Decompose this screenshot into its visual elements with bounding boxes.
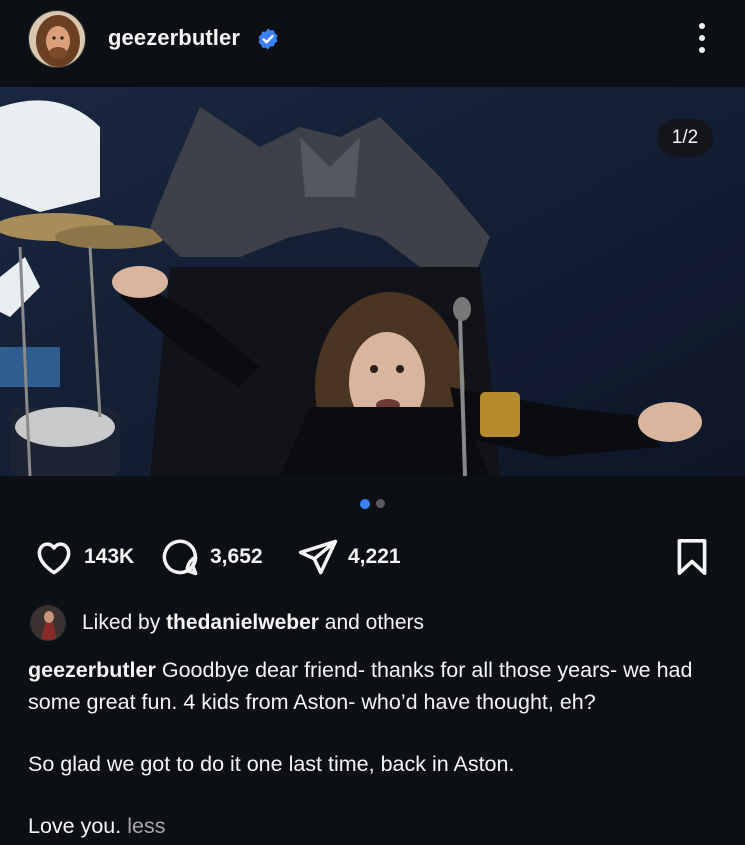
bookmark-icon [677,539,707,575]
caption-text-3: Love you. [28,814,122,838]
post-image [0,87,745,476]
paper-plane-icon [298,539,338,575]
carousel-dot[interactable] [376,499,385,508]
caption-text-2: So glad we got to do it one last time, b… [28,752,515,776]
post-header: geezerbutler [0,0,745,86]
liker-avatar[interactable] [30,605,66,641]
like-count: 143K [84,545,135,568]
action-bar: 143K 3,652 4,221 [0,533,745,583]
post-username[interactable]: geezerbutler [108,25,240,51]
comment-button[interactable]: 3,652 [158,533,263,581]
less-link[interactable]: less [127,814,165,838]
verified-badge-icon [258,28,278,50]
carousel-dot-active[interactable] [360,498,370,509]
caption-username[interactable]: geezerbutler [28,658,156,682]
carousel-counter: 1/2 [657,119,713,157]
carousel-indicator [0,498,745,509]
liked-by-prefix: Liked by [82,611,161,634]
more-options-icon[interactable] [690,18,714,58]
heart-icon [37,542,71,575]
liker-avatar-image [31,606,65,640]
liked-by-suffix[interactable]: and others [325,611,424,635]
comment-bubble-icon [162,539,198,576]
comment-count: 3,652 [210,545,263,568]
like-button[interactable]: 143K [32,533,134,581]
post-photo[interactable] [0,87,745,476]
share-count: 4,221 [348,545,401,568]
liked-by-row: Liked by thedanielweber and others [30,603,424,643]
post-caption: geezerbutler Goodbye dear friend- thanks… [28,654,728,842]
avatar-image [29,11,85,67]
liked-by-user[interactable]: thedanielweber [166,611,319,635]
save-button[interactable] [674,533,710,581]
share-button[interactable]: 4,221 [296,533,401,581]
profile-avatar[interactable] [28,10,86,68]
